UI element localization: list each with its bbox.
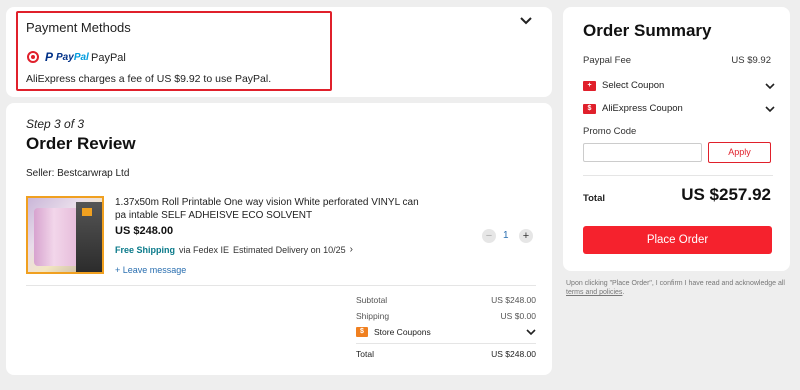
divider [26, 285, 536, 286]
disclaimer: Upon clicking "Place Order", I confirm I… [566, 279, 792, 297]
paypal-logo-word: PayPal [56, 52, 89, 63]
paypal-logo-word-a: Pay [56, 51, 74, 63]
select-coupon-row[interactable]: + Select Coupon [583, 80, 775, 91]
divider [583, 175, 773, 176]
divider [356, 343, 536, 344]
promo-code-label: Promo Code [583, 126, 637, 137]
coupon-ticket-icon: + [583, 80, 596, 91]
product-price: US $248.00 [115, 225, 174, 237]
disclaimer-suffix: . [622, 289, 625, 296]
store-coupons-label: Store Coupons [374, 327, 431, 337]
delivery-estimate: Estimated Delivery on 10/25 [233, 244, 346, 255]
total-label: Total [583, 193, 605, 204]
paypal-fee-note: AliExpress charges a fee of US $9.92 to … [26, 73, 272, 85]
chevron-down-icon[interactable] [518, 13, 534, 29]
paypal-fee-value: US $9.92 [731, 55, 771, 66]
chevron-down-icon[interactable] [526, 328, 536, 336]
product-title[interactable]: 1.37x50m Roll Printable One way vision W… [115, 196, 425, 222]
chevron-down-icon[interactable] [765, 82, 775, 90]
shipping-info: Free Shipping via Fedex IE Estimated Del… [115, 244, 353, 255]
shipping-label: Shipping [356, 311, 390, 321]
carrier-label: via Fedex IE [179, 244, 230, 255]
order-summary-card: Order Summary Paypal Fee US $9.92 + Sele… [563, 7, 790, 271]
paypal-radio[interactable] [27, 51, 39, 63]
order-review-card: Step 3 of 3 Order Review Seller: Bestcar… [6, 103, 552, 375]
coupon-icon: $ [356, 327, 368, 337]
order-review-title: Order Review [26, 134, 136, 153]
paypal-logo-mark: P [45, 50, 54, 64]
order-summary-title: Order Summary [583, 21, 712, 40]
paypal-fee-row: Paypal Fee US $9.92 [583, 55, 771, 66]
quantity-decrease-button[interactable]: − [482, 229, 496, 243]
quantity-value[interactable]: 1 [503, 230, 509, 241]
shipping-row: Shipping US $0.00 [356, 311, 536, 321]
payment-methods-title: Payment Methods [26, 20, 131, 35]
terms-and-policies-link[interactable]: terms and policies [566, 289, 622, 296]
store-coupons-row[interactable]: $ Store Coupons [356, 327, 536, 337]
subtotal-row: Subtotal US $248.00 [356, 295, 536, 305]
coupon-dollar-icon: $ [583, 103, 596, 114]
subtotal-label: Subtotal [356, 295, 388, 305]
chevron-right-icon[interactable]: › [350, 244, 353, 255]
seller-name: Seller: Bestcarwrap Ltd [26, 168, 130, 179]
chevron-down-icon[interactable] [765, 105, 775, 113]
shipping-value: US $0.00 [500, 311, 536, 321]
leave-message-link[interactable]: + Leave message [115, 265, 186, 275]
place-order-button[interactable]: Place Order [583, 226, 772, 254]
review-total-value: US $248.00 [491, 349, 536, 359]
paypal-logo-word-b: Pal [73, 51, 89, 63]
select-coupon: + Select Coupon [583, 80, 664, 91]
store-coupons: $ Store Coupons [356, 327, 431, 337]
free-shipping-label: Free Shipping [115, 244, 176, 255]
subtotal-value: US $248.00 [491, 295, 536, 305]
paypal-logo: P PayPal [45, 50, 89, 64]
select-coupon-label: Select Coupon [602, 80, 665, 91]
quantity-increase-button[interactable]: + [519, 229, 533, 243]
product-image[interactable] [26, 196, 104, 274]
aliexpress-coupon: $ AliExpress Coupon [583, 103, 683, 114]
paypal-label: PayPal [91, 52, 126, 64]
paypal-fee-label: Paypal Fee [583, 55, 632, 66]
aliexpress-coupon-label: AliExpress Coupon [602, 103, 683, 114]
apply-button[interactable]: Apply [708, 142, 771, 163]
review-total-label: Total [356, 349, 374, 359]
aliexpress-coupon-row[interactable]: $ AliExpress Coupon [583, 103, 775, 114]
total-value: US $257.92 [681, 185, 771, 204]
payment-methods-card: Payment Methods P PayPal PayPal AliExpre… [6, 7, 552, 97]
promo-code-input[interactable] [583, 143, 702, 162]
review-total-row: Total US $248.00 [356, 349, 536, 359]
disclaimer-text: Upon clicking "Place Order", I confirm I… [566, 280, 785, 287]
step-indicator: Step 3 of 3 [26, 117, 85, 131]
